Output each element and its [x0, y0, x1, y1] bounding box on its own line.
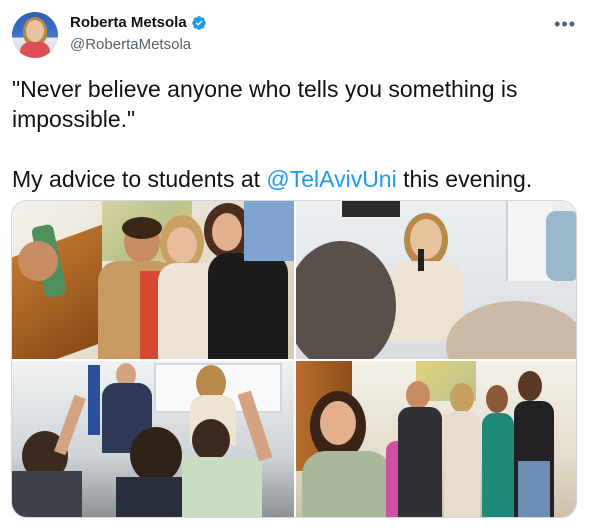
tweet: Roberta Metsola @RobertaMetsola ••• "Nev… — [0, 0, 594, 528]
blurred-audience-head — [296, 241, 396, 359]
audience-body-3 — [182, 457, 262, 517]
person-man-hair — [122, 217, 162, 239]
advice-prefix: My advice to students at — [12, 166, 267, 192]
person-woman2-body — [208, 253, 288, 359]
avatar-face — [26, 20, 44, 42]
mention-link[interactable]: @TelAvivUni — [266, 166, 396, 192]
tweet-advice: My advice to students at @TelAvivUni thi… — [12, 164, 572, 194]
flags — [88, 365, 100, 435]
tweet-quote: "Never believe anyone who tells you some… — [12, 76, 518, 132]
tweet-text: "Never believe anyone who tells you some… — [12, 74, 572, 194]
audience-body-1 — [12, 471, 82, 517]
woman-green-head — [486, 385, 508, 413]
person-jeans — [518, 461, 550, 517]
speaker-box — [342, 201, 400, 217]
speaker-face — [410, 219, 442, 259]
blurred-audience-shoulder — [446, 301, 576, 359]
more-options-icon[interactable]: ••• — [554, 14, 576, 35]
audience-head-3 — [192, 419, 230, 461]
photo-selfie[interactable] — [12, 201, 294, 359]
author-handle[interactable]: @RobertaMetsola — [70, 36, 191, 53]
man-center-head — [406, 381, 430, 409]
raised-arm-left — [54, 394, 86, 456]
media-grid — [11, 200, 577, 518]
microphone — [418, 249, 424, 271]
avatar[interactable] — [12, 12, 58, 58]
man-center-body — [398, 407, 442, 517]
photo-group[interactable] — [296, 361, 576, 517]
person-blue-shirt — [244, 201, 294, 261]
verified-badge-icon — [191, 15, 206, 30]
woman-front-face — [320, 401, 356, 445]
photo-audience[interactable] — [12, 361, 294, 517]
person-woman1-face — [167, 227, 197, 263]
woman-green-body — [482, 413, 514, 517]
hand — [18, 241, 58, 281]
person-woman2-face — [212, 213, 242, 251]
photo-speaker[interactable] — [296, 201, 576, 359]
author-name[interactable]: Roberta Metsola — [70, 14, 187, 31]
woman-black-head — [518, 371, 542, 401]
author-row: Roberta Metsola — [70, 14, 207, 31]
avatar-body — [20, 42, 50, 58]
advice-suffix: this evening. — [396, 166, 533, 192]
woman-front-body — [302, 451, 392, 517]
person-blue-right — [546, 211, 576, 281]
woman-blonde-head — [450, 383, 474, 413]
audience-head-2 — [130, 427, 182, 483]
woman-blonde-body — [444, 411, 480, 517]
